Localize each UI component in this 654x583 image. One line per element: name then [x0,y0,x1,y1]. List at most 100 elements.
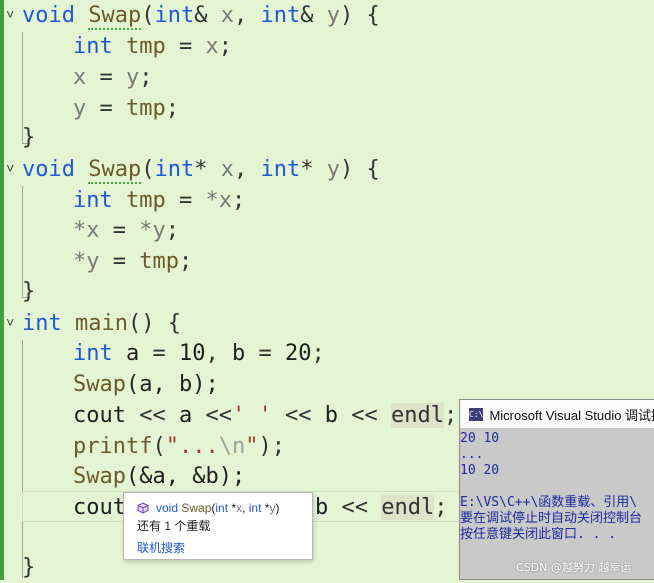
debug-console-window[interactable]: C:\ Microsoft Visual Studio 调试控制台 20 10 … [459,399,654,580]
code-line[interactable]: y = tmp; [73,93,179,124]
punct: ; [434,495,448,520]
operator: = [179,34,193,59]
code-line[interactable]: } [22,552,35,583]
function-name[interactable]: Swap [88,157,142,184]
endl-token[interactable]: endl [390,403,444,428]
punct: * [194,157,208,182]
punct: ( [152,434,166,459]
tt-keyword: int [248,501,262,515]
code-line[interactable]: printf("...\n"); [73,431,285,462]
variable[interactable]: b [315,495,328,520]
function-name[interactable]: main [75,311,128,336]
param[interactable]: x [221,3,234,28]
escape-sequence: \n [218,434,246,459]
keyword: int [260,3,301,28]
param[interactable]: x [73,65,86,90]
console-line: E:\VS\C++\函数重载、引用\ [460,495,638,510]
code-line[interactable]: *y = tmp; [73,246,192,277]
param[interactable]: *x [206,188,233,213]
punct: ; [218,34,232,59]
punct: ); [258,434,285,459]
tt-punct: , [242,501,249,515]
function-call[interactable]: Swap [73,464,126,489]
param[interactable]: x [221,157,234,182]
change-tracking-bar [0,0,4,580]
param[interactable]: y [73,96,86,121]
keyword: int [260,157,301,182]
console-output[interactable]: 20 10 ... 10 20 E:\VS\C++\函数重载、引用\ 要在调试停… [460,428,654,543]
param[interactable]: *y [139,218,166,243]
code-line[interactable]: Swap(&a, &b); [73,461,245,492]
variable[interactable]: tmp [126,34,166,59]
code-line[interactable]: } [22,276,35,307]
param[interactable]: y [126,65,139,90]
punct: , [205,341,219,366]
endl-token[interactable]: endl [381,495,435,520]
code-line[interactable]: int tmp = *x; [73,185,245,216]
string-literal: "... [165,434,219,459]
code-line[interactable]: } [22,122,35,153]
variable[interactable]: tmp [126,188,166,213]
punct: () [127,311,155,336]
console-line: 10 20 [460,463,500,478]
variable[interactable]: b [325,403,338,428]
param[interactable]: *y [73,249,100,274]
brace: } [22,555,36,580]
operator: << [139,403,166,428]
punct: * [300,157,314,182]
code-line-tail[interactable]: b << endl; [315,492,447,523]
search-online-link[interactable]: 联机搜索 [137,539,185,556]
console-title: Microsoft Visual Studio 调试控制台 [489,407,654,423]
variable[interactable]: cout [73,403,126,428]
fold-chevron-icon[interactable]: ˅ [6,308,20,339]
console-titlebar[interactable]: C:\ Microsoft Visual Studio 调试控制台 [460,400,654,428]
tt-keyword: void [156,501,179,515]
keyword: int [73,188,113,213]
console-app-icon: C:\ [469,407,484,421]
call-args: (&a, &b); [125,464,246,489]
punct: ; [179,249,193,274]
variable[interactable]: tmp [139,249,179,274]
function-call[interactable]: Swap [73,372,126,397]
operator: << [284,403,312,428]
param[interactable]: y [327,3,340,28]
code-line[interactable]: *x = *y; [73,215,179,246]
operator: << [205,403,232,428]
number-literal: 20 [285,341,312,366]
brace: } [22,279,36,304]
function-call[interactable]: printf [73,434,152,459]
code-line[interactable]: int a = 10, b = 20; [73,338,325,369]
variable[interactable]: a [126,341,139,366]
variable[interactable]: a [179,403,192,428]
code-line[interactable]: x = y; [73,62,153,93]
brace: { [366,157,380,182]
param[interactable]: x [206,34,219,59]
tooltip-signature: void Swap(int *x, int *y) [137,501,279,515]
string-literal: " [245,434,259,459]
function-name[interactable]: Swap [88,3,142,30]
code-line[interactable]: int tmp = x; [73,31,232,62]
variable[interactable]: tmp [126,96,166,121]
param[interactable]: *x [73,218,100,243]
fold-region-line [22,340,23,578]
punct: ; [165,96,179,121]
punct: , [233,157,248,182]
string-literal: ' ' [231,403,272,428]
function-cube-icon [137,502,149,514]
punct: & [300,3,314,28]
number-literal: 10 [179,341,206,366]
code-line[interactable]: cout << a <<' ' << b << endl; [73,400,457,431]
param[interactable]: y [327,157,340,182]
code-line[interactable]: cout [73,492,126,523]
keyword: int [154,157,195,182]
code-line[interactable]: Swap(a, b); [73,369,219,400]
overload-count: 还有 1 个重载 [137,519,211,533]
tt-keyword: int [215,501,229,515]
fold-chevron-icon[interactable]: ˅ [6,0,20,31]
fold-chevron-icon[interactable]: ˅ [6,154,20,185]
variable[interactable]: cout [73,495,126,520]
punct: ; [443,403,458,428]
variable[interactable]: b [232,341,245,366]
operator: << [351,403,378,428]
